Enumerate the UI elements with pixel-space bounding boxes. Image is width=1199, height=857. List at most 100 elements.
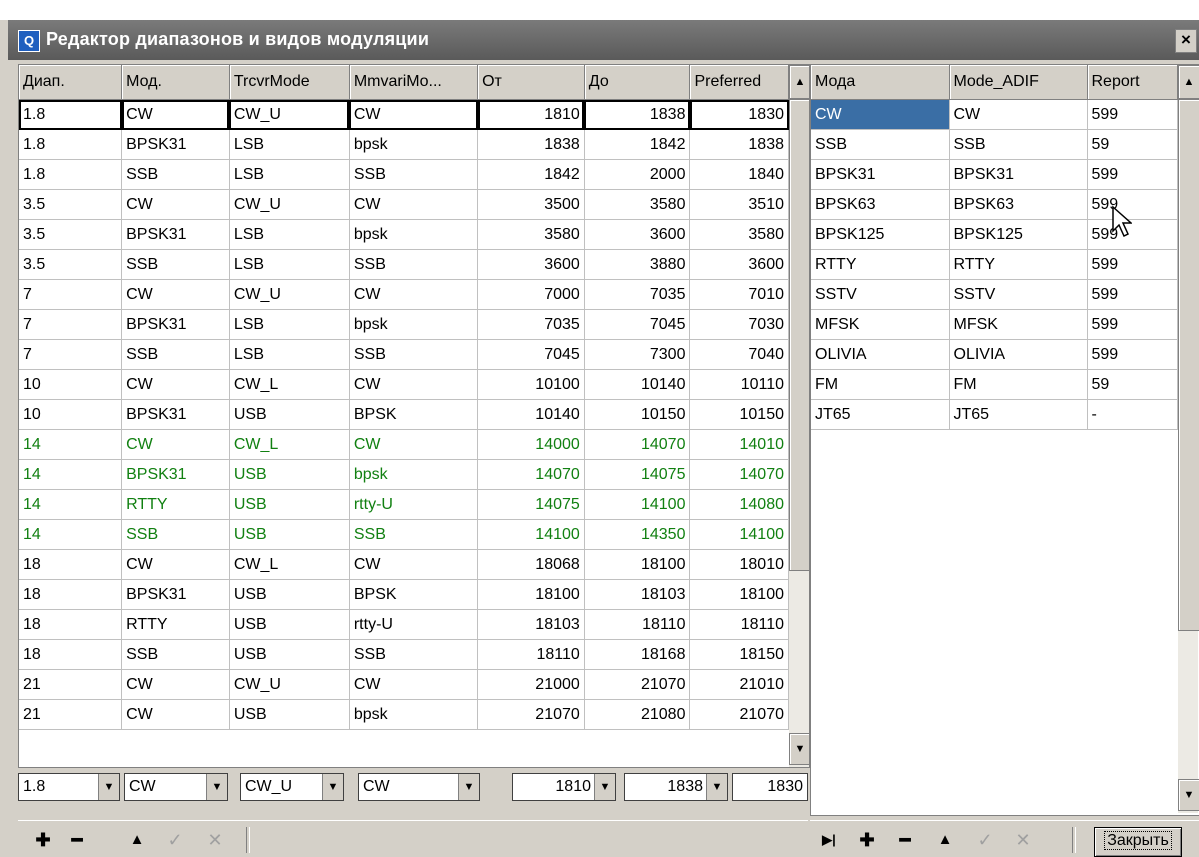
table-cell[interactable]: 21070 [584,669,691,700]
table-cell[interactable]: CW_U [229,279,350,310]
table-cell[interactable]: CW [121,669,230,700]
table-cell[interactable]: 14100 [689,519,789,550]
table-cell[interactable]: 599 [1087,189,1178,220]
table-cell[interactable]: SSB [121,639,230,670]
table-cell[interactable]: CW_L [229,369,350,400]
table-cell[interactable]: 59 [1087,129,1178,160]
scroll-down-icon[interactable]: ▼ [789,733,809,765]
table-cell[interactable]: SSB [121,519,230,550]
last-record-icon[interactable]: ▶| [814,829,844,851]
table-cell[interactable]: CW [349,369,479,400]
chevron-down-icon[interactable]: ▼ [322,774,343,800]
table-cell[interactable]: 599 [1087,339,1178,370]
table-cell[interactable]: BPSK31 [121,399,230,430]
table-row[interactable]: 3.5 SSB LSB SSB 3600 3880 3600 [19,249,789,280]
scroll-up-icon[interactable]: ▲ [1178,65,1199,99]
add-icon[interactable]: ✚ [28,829,58,851]
table-row[interactable]: 14 BPSK31 USB bpsk 14070 14075 14070 [19,459,789,490]
to-freq-select[interactable]: 1838 ▼ [624,773,728,801]
table-cell[interactable]: 21 [19,699,123,730]
table-cell[interactable]: 14000 [477,429,585,460]
table-cell[interactable]: OLIVIA [811,339,950,370]
table-cell[interactable]: 18103 [477,609,585,640]
table-cell[interactable]: CW [349,549,479,580]
band-select[interactable]: 1.8 ▼ [18,773,120,801]
move-up-icon[interactable]: ▲ [930,829,960,851]
table-cell[interactable]: 18110 [477,639,585,670]
table-cell[interactable]: LSB [229,339,350,370]
table-cell[interactable]: 3510 [689,189,789,220]
preferred-freq-input[interactable]: 1830 [732,773,808,801]
table-cell[interactable]: BPSK31 [121,579,230,610]
table-row[interactable]: 1.8 CW CW_U CW 1810 1838 1830 [19,99,789,130]
table-cell[interactable]: CW [349,99,479,130]
table-cell[interactable]: 18168 [584,639,691,670]
table-cell[interactable]: 18 [19,639,123,670]
table-cell[interactable]: 18068 [477,549,585,580]
table-cell[interactable]: 7010 [689,279,789,310]
table-cell[interactable]: 3600 [477,249,585,280]
table-cell[interactable]: 14010 [689,429,789,460]
table-cell[interactable]: USB [229,639,350,670]
table-cell[interactable]: CW_U [229,99,350,130]
table-cell[interactable]: LSB [229,309,350,340]
table-cell[interactable]: FM [949,369,1088,400]
table-cell[interactable]: BPSK [349,579,479,610]
table-cell[interactable]: SSB [349,249,479,280]
table-cell[interactable]: 7040 [689,339,789,370]
column-header[interactable]: Report [1087,65,1178,100]
table-cell[interactable]: 10 [19,369,123,400]
table-cell[interactable]: 18100 [689,579,789,610]
table-cell[interactable]: BPSK31 [949,159,1088,190]
table-cell[interactable]: SSB [121,339,230,370]
table-cell[interactable]: 7035 [477,309,585,340]
table-row[interactable]: 14 SSB USB SSB 14100 14350 14100 [19,519,789,550]
table-cell[interactable]: 10150 [584,399,691,430]
column-header[interactable]: TrcvrMode [229,65,350,100]
table-cell[interactable]: 7 [19,339,123,370]
table-cell[interactable]: CW [121,279,230,310]
table-cell[interactable]: 18010 [689,549,789,580]
table-cell[interactable]: bpsk [349,699,479,730]
table-cell[interactable]: 10 [19,399,123,430]
table-row[interactable]: 18 RTTY USB rtty-U 18103 18110 18110 [19,609,789,640]
scroll-thumb[interactable] [789,99,809,571]
chevron-down-icon[interactable]: ▼ [706,774,727,800]
table-cell[interactable]: 1.8 [19,159,123,190]
table-cell[interactable]: LSB [229,219,350,250]
table-cell[interactable]: 14 [19,519,123,550]
table-cell[interactable]: 1842 [584,129,691,160]
table-cell[interactable]: 14070 [689,459,789,490]
column-header[interactable]: От [477,65,585,100]
table-cell[interactable]: 3.5 [19,249,123,280]
table-cell[interactable]: SSB [349,519,479,550]
table-cell[interactable]: 21000 [477,669,585,700]
table-cell[interactable]: 3500 [477,189,585,220]
table-cell[interactable]: 1810 [477,99,585,130]
modes-grid[interactable]: Мода Mode_ADIF Report CW CW 599 SSB SSB 59 BPSK3… [810,64,1199,816]
title-bar[interactable]: Q Редактор диапазонов и видов модуляции … [8,20,1199,60]
table-cell[interactable]: 3600 [584,219,691,250]
table-row[interactable]: FM FM 59 [811,369,1178,400]
column-header[interactable]: Mode_ADIF [949,65,1088,100]
table-row[interactable]: 7 BPSK31 LSB bpsk 7035 7045 7030 [19,309,789,340]
table-row[interactable]: OLIVIA OLIVIA 599 [811,339,1178,370]
column-header[interactable]: Мода [811,65,950,100]
table-cell[interactable]: USB [229,699,350,730]
table-cell[interactable]: 14100 [477,519,585,550]
table-cell[interactable]: 18110 [584,609,691,640]
table-cell[interactable]: LSB [229,129,350,160]
table-cell[interactable]: 599 [1087,99,1178,130]
table-cell[interactable]: rtty-U [349,609,479,640]
table-cell[interactable]: 3880 [584,249,691,280]
table-cell[interactable]: - [1087,399,1178,430]
table-cell[interactable]: BPSK [349,399,479,430]
table-cell[interactable]: CW_L [229,549,350,580]
table-cell[interactable]: BPSK31 [121,309,230,340]
table-cell[interactable]: LSB [229,159,350,190]
table-cell[interactable]: SSB [349,159,479,190]
table-cell[interactable]: 14070 [584,429,691,460]
table-cell[interactable]: CW [811,99,950,130]
table-cell[interactable]: 10150 [689,399,789,430]
table-cell[interactable]: CW [349,279,479,310]
